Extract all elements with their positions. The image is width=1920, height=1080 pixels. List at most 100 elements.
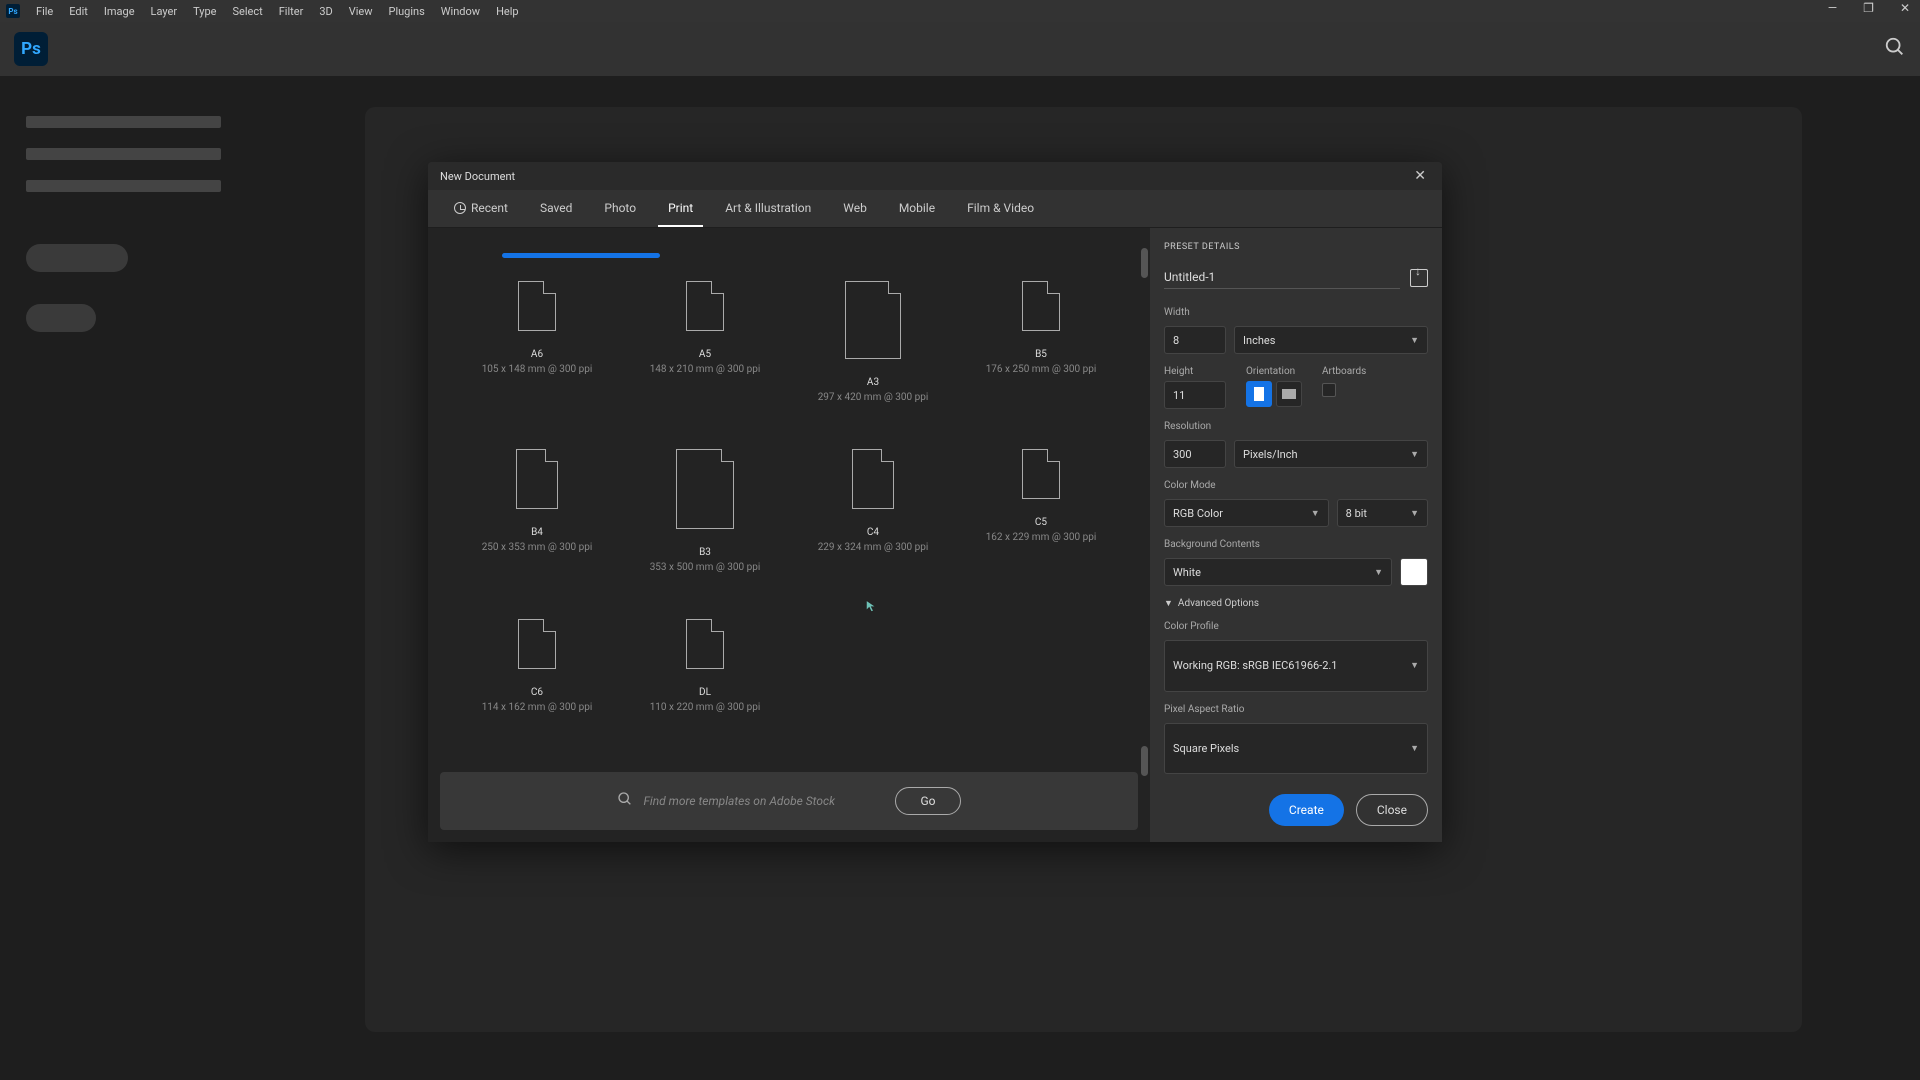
- width-unit-dropdown[interactable]: Inches ▼: [1234, 326, 1428, 354]
- placeholder-line: [26, 180, 221, 192]
- chevron-down-icon: ▼: [1164, 598, 1173, 609]
- maximize-button[interactable]: ❐: [1857, 1, 1880, 15]
- preset-meta: 110 x 220 mm @ 300 ppi: [650, 702, 761, 713]
- background-dropdown[interactable]: White ▼: [1164, 558, 1392, 586]
- color-mode-dropdown[interactable]: RGB Color ▼: [1164, 499, 1329, 527]
- tab-mobile[interactable]: Mobile: [889, 191, 945, 227]
- create-button[interactable]: Create: [1269, 794, 1344, 826]
- document-icon: [686, 619, 724, 669]
- tab-photo[interactable]: Photo: [594, 191, 646, 227]
- placeholder-pill: [26, 304, 96, 332]
- background-color-swatch[interactable]: [1400, 558, 1428, 586]
- width-label: Width: [1164, 307, 1428, 318]
- chevron-down-icon: ▼: [1311, 508, 1320, 519]
- tab-saved[interactable]: Saved: [530, 191, 582, 227]
- tab-label: Photo: [604, 201, 636, 215]
- tab-label: Saved: [540, 201, 572, 215]
- tab-web[interactable]: Web: [833, 191, 877, 227]
- advanced-options-label: Advanced Options: [1178, 598, 1259, 609]
- preset-meta: 229 x 324 mm @ 300 ppi: [818, 542, 929, 553]
- placeholder-line: [26, 148, 221, 160]
- pixel-aspect-dropdown[interactable]: Square Pixels ▼: [1164, 723, 1428, 775]
- resolution-input[interactable]: [1164, 440, 1226, 468]
- preset-c5[interactable]: C5162 x 229 mm @ 300 ppi: [962, 441, 1120, 581]
- tab-print[interactable]: Print: [658, 191, 703, 227]
- home-left-panel: [26, 116, 221, 332]
- minimize-button[interactable]: —: [1822, 1, 1843, 15]
- menu-item-file[interactable]: File: [28, 5, 61, 18]
- go-button[interactable]: Go: [895, 787, 960, 815]
- preset-b4[interactable]: B4250 x 353 mm @ 300 ppi: [458, 441, 616, 581]
- chevron-down-icon: ▼: [1410, 449, 1419, 460]
- preset-meta: 148 x 210 mm @ 300 ppi: [650, 364, 761, 375]
- window-controls: — ❐ ✕: [1822, 1, 1916, 15]
- document-icon: [1022, 449, 1060, 499]
- placeholder-line: [26, 116, 221, 128]
- new-document-dialog: New Document ✕ Recent Saved Photo Print Art …: [428, 162, 1442, 842]
- menu-item-3d[interactable]: 3D: [311, 5, 340, 18]
- search-icon: [617, 791, 633, 811]
- document-icon: [518, 281, 556, 331]
- preset-dl[interactable]: DL110 x 220 mm @ 300 ppi: [626, 611, 784, 721]
- tab-label: Recent: [471, 201, 508, 215]
- orientation-portrait-button[interactable]: [1246, 381, 1272, 407]
- tab-recent[interactable]: Recent: [444, 191, 518, 227]
- chevron-down-icon: ▼: [1410, 335, 1419, 346]
- resolution-unit-value: Pixels/Inch: [1243, 448, 1298, 461]
- height-input[interactable]: [1164, 381, 1226, 409]
- preset-a6[interactable]: A6105 x 148 mm @ 300 ppi: [458, 273, 616, 411]
- preset-a5[interactable]: A5148 x 210 mm @ 300 ppi: [626, 273, 784, 411]
- color-profile-value: Working RGB: sRGB IEC61966-2.1: [1173, 659, 1338, 672]
- advanced-options-toggle[interactable]: ▼ Advanced Options: [1164, 598, 1428, 609]
- scrollbar-thumb[interactable]: [1141, 746, 1148, 776]
- menu-item-type[interactable]: Type: [185, 5, 224, 18]
- document-icon: [516, 449, 558, 509]
- preset-name: C5: [1035, 517, 1047, 528]
- menu-item-select[interactable]: Select: [224, 5, 270, 18]
- dialog-tabs: Recent Saved Photo Print Art & Illustration W…: [428, 190, 1442, 228]
- color-mode-value: RGB Color: [1173, 507, 1223, 520]
- document-icon: [1022, 281, 1060, 331]
- width-input[interactable]: [1164, 326, 1226, 354]
- document-name-input[interactable]: [1164, 266, 1400, 289]
- tab-film-video[interactable]: Film & Video: [957, 191, 1044, 227]
- menu-bar: Ps FileEditImageLayerTypeSelectFilter3DV…: [0, 0, 1920, 22]
- menu-item-help[interactable]: Help: [488, 5, 527, 18]
- chevron-down-icon: ▼: [1410, 508, 1419, 519]
- tab-label: Web: [843, 201, 867, 215]
- menu-item-view[interactable]: View: [341, 5, 381, 18]
- menu-item-layer[interactable]: Layer: [143, 5, 186, 18]
- tab-label: Mobile: [899, 201, 935, 215]
- preset-meta: 353 x 500 mm @ 300 ppi: [650, 562, 761, 573]
- orientation-landscape-button[interactable]: [1276, 381, 1302, 407]
- blank-preset-indicator: [502, 253, 660, 258]
- ps-logo[interactable]: Ps: [14, 32, 48, 66]
- resolution-unit-dropdown[interactable]: Pixels/Inch ▼: [1234, 440, 1428, 468]
- document-icon: [686, 281, 724, 331]
- preset-c4[interactable]: C4229 x 324 mm @ 300 ppi: [794, 441, 952, 581]
- artboards-checkbox[interactable]: [1322, 383, 1336, 397]
- search-icon[interactable]: [1884, 36, 1906, 62]
- preset-c6[interactable]: C6114 x 162 mm @ 300 ppi: [458, 611, 616, 721]
- menu-item-plugins[interactable]: Plugins: [381, 5, 433, 18]
- color-profile-dropdown[interactable]: Working RGB: sRGB IEC61966-2.1 ▼: [1164, 640, 1428, 692]
- stock-search-input[interactable]: Find more templates on Adobe Stock: [643, 794, 883, 808]
- chevron-down-icon: ▼: [1374, 567, 1383, 578]
- tab-art-illustration[interactable]: Art & Illustration: [715, 191, 821, 227]
- preset-b5[interactable]: B5176 x 250 mm @ 300 ppi: [962, 273, 1120, 411]
- close-button[interactable]: Close: [1356, 794, 1428, 826]
- tab-label: Print: [668, 201, 693, 215]
- menu-item-window[interactable]: Window: [433, 5, 488, 18]
- close-window-button[interactable]: ✕: [1894, 1, 1916, 15]
- menu-item-image[interactable]: Image: [96, 5, 143, 18]
- clock-icon: [454, 202, 466, 214]
- preset-a3[interactable]: A3297 x 420 mm @ 300 ppi: [794, 273, 952, 411]
- close-icon[interactable]: ✕: [1410, 168, 1430, 184]
- bit-depth-dropdown[interactable]: 8 bit ▼: [1337, 499, 1428, 527]
- save-preset-icon[interactable]: [1410, 269, 1428, 287]
- menu-item-filter[interactable]: Filter: [271, 5, 312, 18]
- menu-item-edit[interactable]: Edit: [61, 5, 96, 18]
- preset-b3[interactable]: B3353 x 500 mm @ 300 ppi: [626, 441, 784, 581]
- dialog-title: New Document: [440, 170, 515, 183]
- chevron-down-icon: ▼: [1410, 660, 1419, 671]
